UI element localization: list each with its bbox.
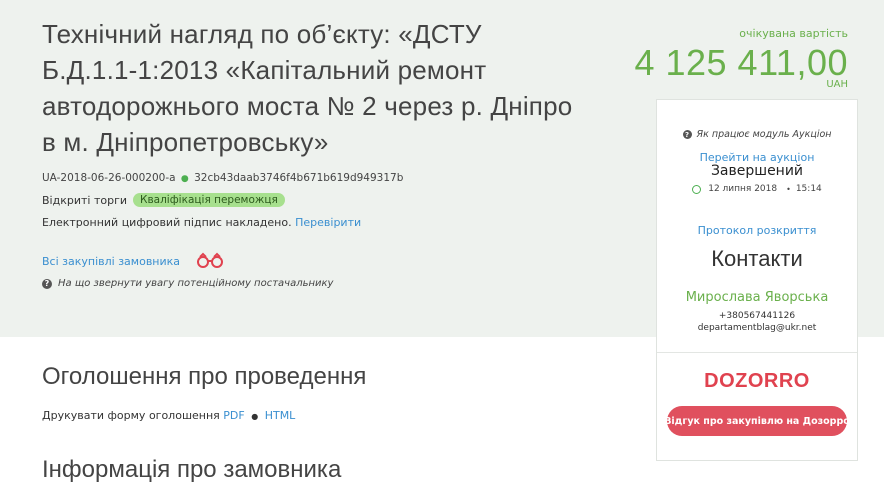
- tender-identifiers: UA-2018-06-26-000200-a ● 32cb43daab3746f…: [42, 172, 403, 184]
- sidebar-card: ? Як працює модуль Аукціон Перейти на ау…: [656, 99, 858, 461]
- verify-signature-link[interactable]: Перевірити: [295, 216, 361, 229]
- expected-price-label: очікувана вартість: [739, 27, 848, 40]
- price-currency: UAH: [826, 79, 848, 90]
- auction-help-text: Як працює модуль Аукціон: [696, 129, 832, 140]
- tender-title: Технічний нагляд по об’єкту: «ДСТУ Б.Д.1…: [42, 19, 573, 157]
- separator-dot: •: [786, 184, 791, 194]
- card-divider: [657, 352, 857, 353]
- procedure-row: Відкриті торги Кваліфікація переможця: [42, 193, 285, 207]
- separator-dot: ●: [180, 174, 189, 184]
- signature-text: Електронний цифровий підпис накладено.: [42, 216, 292, 229]
- print-pdf-link[interactable]: PDF: [223, 409, 244, 422]
- auction-help-link[interactable]: ? Як працює модуль Аукціон: [657, 129, 857, 140]
- all-purchases-row: Всі закупівлі замовника: [42, 252, 226, 271]
- supplier-help-row[interactable]: ? На що звернути увагу потенційному пост…: [42, 278, 333, 289]
- tender-id: UA-2018-06-26-000200-a: [42, 172, 176, 184]
- all-purchases-link[interactable]: Всі закупівлі замовника: [42, 255, 180, 268]
- print-form-row: Друкувати форму оголошення PDF ● HTML: [42, 409, 295, 422]
- dozorro-review-button[interactable]: Відгук про закупівлю на Дозорро: [664, 406, 850, 436]
- contact-phone: +380567441126: [718, 311, 796, 321]
- opening-protocol-link[interactable]: Протокол розкриття: [657, 224, 857, 237]
- signature-row: Електронний цифровий підпис накладено. П…: [42, 216, 361, 229]
- contacts-heading: Контакти: [711, 246, 803, 271]
- announcement-heading: Оголошення про проведення: [42, 363, 367, 390]
- expected-price-value: 4 125 411,00: [634, 42, 848, 83]
- contact-name: Мирослава Яворська: [685, 290, 829, 305]
- auction-date: 12 липня 2018: [708, 184, 778, 194]
- supplier-help-text: На що звернути увагу потенційному постач…: [58, 278, 334, 289]
- binoculars-icon[interactable]: [194, 252, 226, 271]
- customer-info-heading: Інформація про замовника: [42, 456, 342, 483]
- print-form-label: Друкувати форму оголошення: [42, 409, 220, 422]
- auction-status: Завершений: [710, 163, 804, 179]
- separator-dot: ●: [251, 412, 259, 421]
- tender-hash: 32cb43daab3746f4b671b619d949317b: [194, 172, 404, 184]
- dozorro-logo[interactable]: DOZORRO: [657, 370, 857, 393]
- procedure-type: Відкриті торги: [42, 193, 127, 207]
- print-html-link[interactable]: HTML: [265, 409, 296, 422]
- question-icon: ?: [682, 130, 692, 139]
- question-icon: ?: [42, 278, 52, 289]
- status-badge: Кваліфікація переможця: [133, 193, 285, 207]
- clock-icon: [692, 184, 702, 194]
- contact-email: departamentblag@ukr.net: [697, 323, 817, 333]
- auction-time: 15:14: [795, 184, 822, 194]
- auction-datetime: 12 липня 2018 • 15:14: [657, 184, 857, 194]
